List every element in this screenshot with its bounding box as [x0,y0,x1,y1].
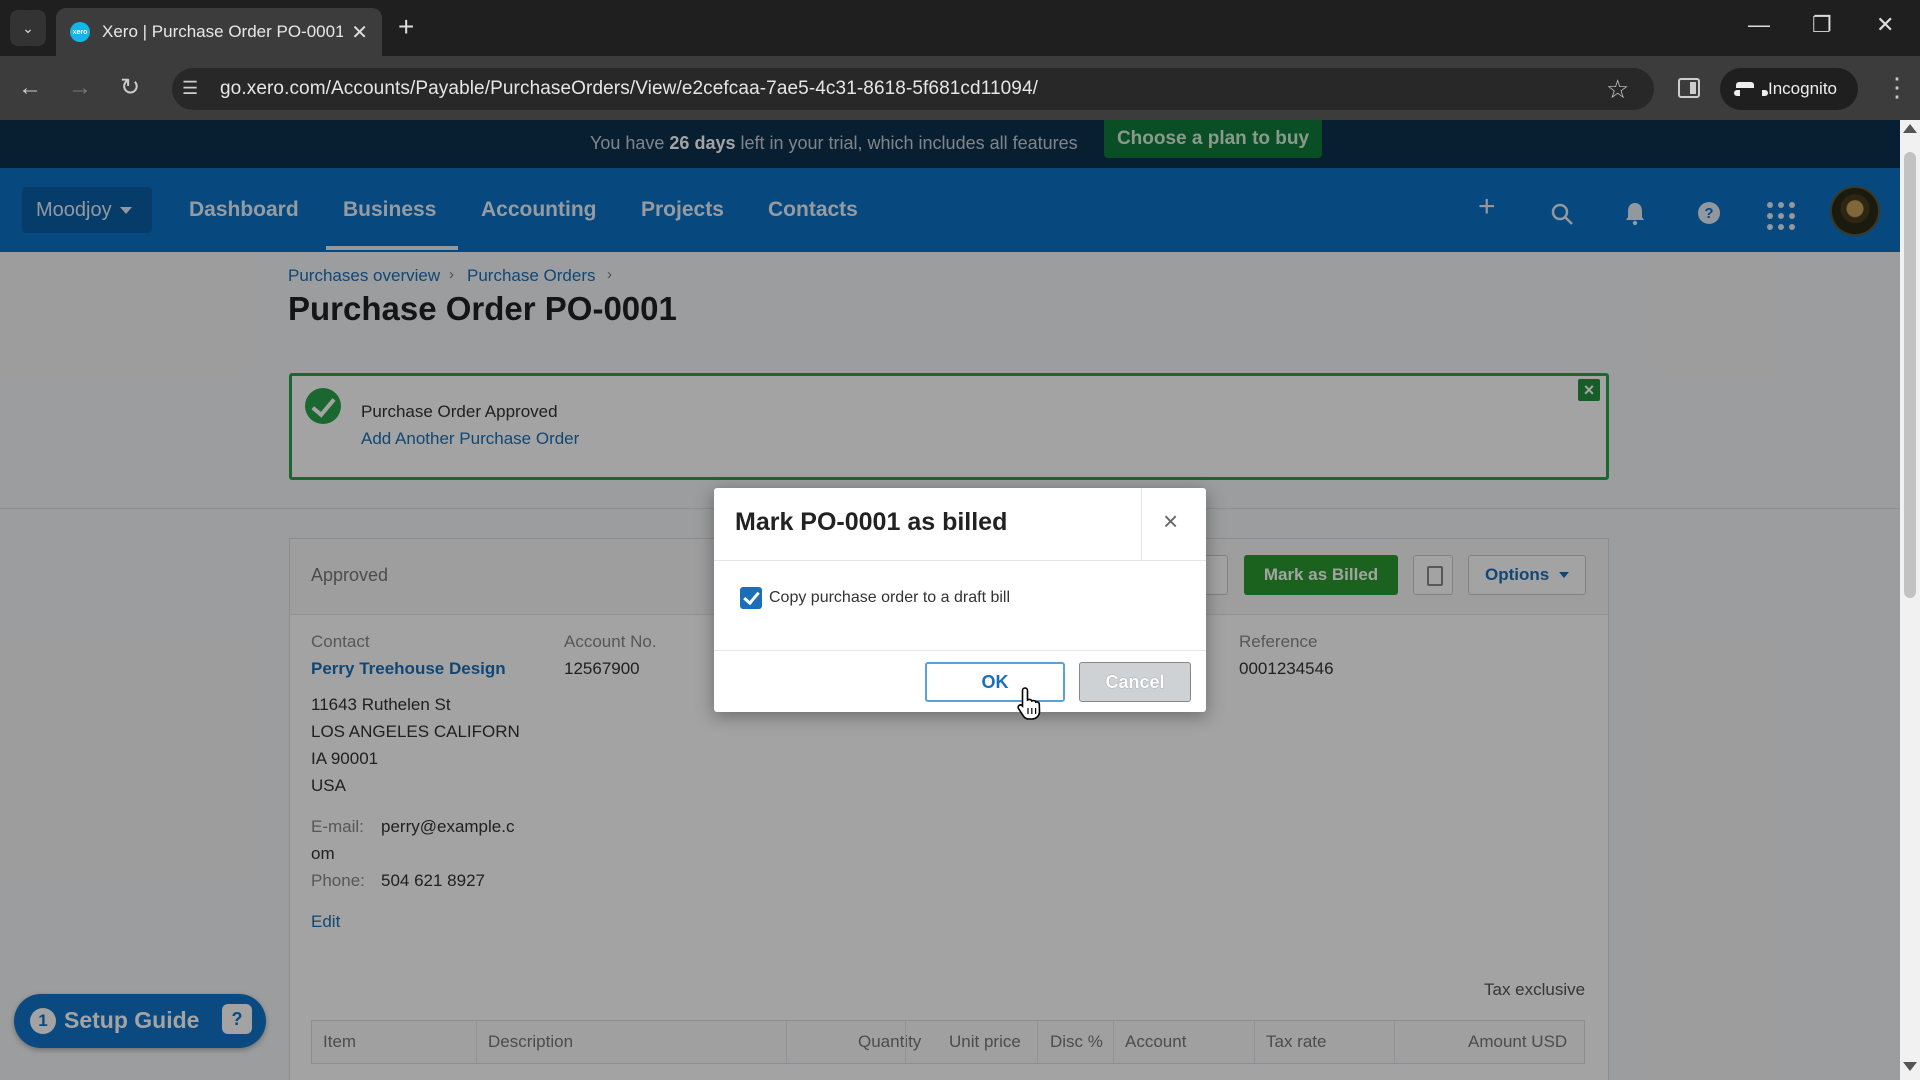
dialog-divider [714,560,1206,561]
tune-icon[interactable]: ☰ [182,78,204,100]
copy-to-draft-checkbox[interactable] [740,587,762,609]
dialog-title: Mark PO-0001 as billed [735,508,1008,536]
incognito-label: Incognito [1768,79,1837,98]
xero-favicon-icon: xero [70,22,90,42]
cancel-button[interactable]: Cancel [1079,662,1191,702]
chevron-down-icon: ⌄ [22,19,34,36]
ok-button[interactable]: OK [925,662,1065,702]
incognito-icon [1734,82,1768,96]
new-tab-button[interactable]: + [398,12,414,42]
scroll-up-icon[interactable] [1903,124,1917,133]
tab-title: Xero | Purchase Order PO-0001 [102,22,344,41]
star-icon[interactable]: ☆ [1606,74,1629,105]
close-window-icon[interactable]: ✕ [1876,12,1894,38]
scroll-down-icon[interactable] [1903,1062,1917,1071]
side-panel-icon[interactable] [1678,78,1700,98]
close-tab-icon[interactable]: ✕ [351,20,368,45]
reload-icon[interactable]: ↻ [120,76,140,100]
back-arrow-icon[interactable]: ← [18,76,42,100]
close-dialog-icon[interactable]: × [1163,508,1178,534]
copy-to-draft-label[interactable]: Copy purchase order to a draft bill [769,589,1010,607]
tab-search-button[interactable]: ⌄ [10,10,46,46]
minimize-icon[interactable]: — [1748,12,1770,38]
incognito-badge[interactable]: Incognito [1720,68,1858,110]
url-text[interactable]: go.xero.com/Accounts/Payable/PurchaseOrd… [220,78,1038,100]
dialog-divider [1141,488,1142,560]
scrollbar-thumb[interactable] [1904,152,1916,598]
hand-cursor-icon [1017,687,1041,720]
kebab-icon[interactable]: ⋮ [1884,74,1910,100]
restore-icon[interactable]: ❐ [1812,12,1832,38]
dialog-divider [714,650,1206,651]
browser-tab[interactable]: xero Xero | Purchase Order PO-0001 ✕ [56,8,382,56]
forward-arrow-icon[interactable]: → [68,76,92,100]
